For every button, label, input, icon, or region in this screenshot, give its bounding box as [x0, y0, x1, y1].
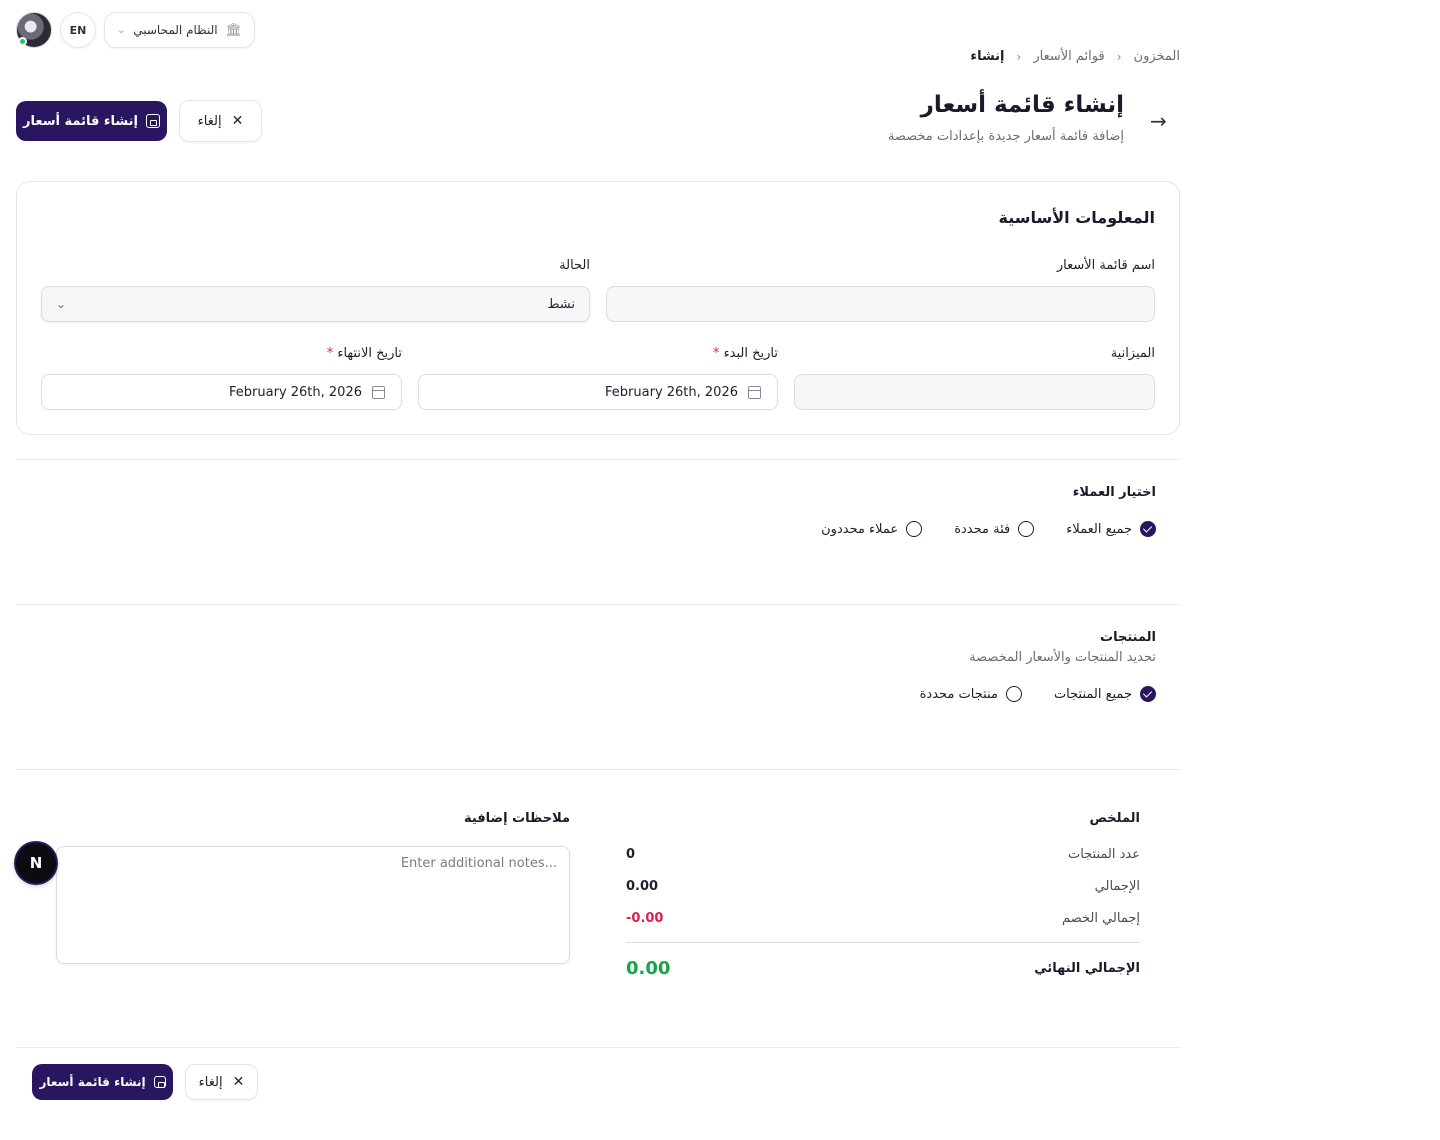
- close-icon: ✕: [231, 113, 244, 129]
- section-divider: [16, 604, 1180, 605]
- section-divider: [16, 769, 1180, 770]
- products-title: المنتجات: [1100, 630, 1156, 645]
- status-label: الحالة: [559, 258, 590, 273]
- save-icon: [145, 114, 160, 128]
- option-specific-customers[interactable]: عملاء محددون: [821, 521, 923, 537]
- status-select[interactable]: نشط ⌄: [41, 286, 590, 322]
- checkbox-specific-customers[interactable]: [906, 521, 923, 537]
- product-options: جميع المنتجات منتجات محددة: [920, 686, 1156, 702]
- option-all-customers-label: جميع العملاء: [1066, 521, 1132, 537]
- bank-icon: 🏛: [225, 22, 242, 38]
- create-button-label: إنشاء قائمة أسعار: [23, 113, 138, 129]
- start-date-label: تاريخ البدء *: [713, 346, 778, 361]
- summary-row-total: الإجمالي 0.00: [626, 879, 1140, 894]
- calendar-icon: [748, 385, 761, 399]
- notes-title: ملاحظات إضافية: [463, 811, 570, 826]
- final-total-value: 0.00: [626, 958, 671, 979]
- option-specific-category[interactable]: فئة محددة: [954, 521, 1035, 537]
- summary-row-final: الإجمالي النهائي 0.00: [626, 958, 1140, 979]
- next-devtools-badge[interactable]: N: [16, 843, 56, 883]
- option-all-products[interactable]: جميع المنتجات: [1054, 686, 1156, 702]
- end-date-label-text: تاريخ الانتهاء: [337, 346, 402, 361]
- footer-create-price-list-button[interactable]: إنشاء قائمة أسعار: [32, 1064, 173, 1100]
- footer-create-button-label: إنشاء قائمة أسعار: [39, 1075, 146, 1089]
- breadcrumb-item-create: إنشاء: [970, 49, 1005, 64]
- system-switcher-dropdown[interactable]: 🏛 النظام المحاسبي ⌄: [104, 12, 255, 48]
- checkbox-specific-category[interactable]: [1018, 521, 1035, 537]
- save-icon: [153, 1076, 166, 1088]
- customer-selection-title: اختيار العملاء: [1072, 485, 1156, 500]
- summary-title: الملخص: [1089, 811, 1140, 826]
- summary-row-discount: إجمالي الخصم -0.00: [626, 911, 1140, 926]
- section-divider: [16, 459, 1180, 460]
- budget-label: الميزانية: [1110, 346, 1155, 361]
- budget-input[interactable]: [794, 374, 1155, 410]
- chevron-left-icon: ‹: [1116, 49, 1122, 64]
- breadcrumb-item-price-lists[interactable]: قوائم الأسعار: [1033, 49, 1104, 64]
- breadcrumb: المخزون ‹ قوائم الأسعار ‹ إنشاء: [970, 49, 1180, 64]
- discount-label: إجمالي الخصم: [1062, 911, 1140, 926]
- section-divider: [16, 1047, 1180, 1048]
- price-list-name-input[interactable]: [606, 286, 1155, 322]
- total-value: 0.00: [626, 879, 659, 894]
- create-price-list-button[interactable]: إنشاء قائمة أسعار: [16, 101, 167, 141]
- option-all-customers[interactable]: جميع العملاء: [1066, 521, 1156, 537]
- customer-options: جميع العملاء فئة محددة عملاء محددون: [821, 521, 1156, 537]
- page-subtitle: إضافة قائمة أسعار جديدة بإعدادات مخصصة: [887, 129, 1124, 144]
- option-specific-products-label: منتجات محددة: [919, 686, 998, 702]
- page-title: إنشاء قائمة أسعار: [920, 92, 1124, 118]
- end-date-label: تاريخ الانتهاء *: [327, 346, 402, 361]
- summary-divider: [626, 942, 1140, 943]
- option-all-products-label: جميع المنتجات: [1053, 686, 1132, 702]
- basic-info-title: المعلومات الأساسية: [998, 208, 1155, 227]
- chevron-down-icon: ⌄: [56, 297, 67, 311]
- start-date-picker[interactable]: February 26th, 2026: [418, 374, 778, 410]
- end-date-picker[interactable]: February 26th, 2026: [41, 374, 402, 410]
- badge-letter: N: [29, 854, 43, 872]
- checkbox-all-customers[interactable]: [1140, 521, 1156, 537]
- calendar-icon: [372, 385, 385, 399]
- chevron-left-icon: ‹: [1016, 49, 1022, 64]
- required-mark: *: [712, 346, 720, 361]
- checkbox-specific-products[interactable]: [1005, 686, 1022, 702]
- required-mark: *: [326, 346, 334, 361]
- option-specific-customers-label: عملاء محددون: [821, 521, 899, 537]
- start-date-value: February 26th, 2026: [605, 384, 738, 400]
- final-total-label: الإجمالي النهائي: [1034, 961, 1140, 976]
- footer-cancel-button-label: إلغاء: [198, 1074, 223, 1090]
- end-date-value: February 26th, 2026: [229, 384, 362, 400]
- total-label: الإجمالي: [1094, 879, 1140, 894]
- summary-row-products-count: عدد المنتجات 0: [626, 847, 1140, 862]
- products-subtitle: تحديد المنتجات والأسعار المخصصة: [969, 650, 1156, 665]
- status-select-value: نشط: [547, 296, 575, 312]
- price-list-name-label: اسم قائمة الأسعار: [1056, 258, 1155, 273]
- footer-cancel-button[interactable]: ✕ إلغاء: [185, 1064, 258, 1100]
- breadcrumb-item-inventory[interactable]: المخزون: [1134, 49, 1180, 64]
- products-count-label: عدد المنتجات: [1067, 847, 1140, 862]
- start-date-label-text: تاريخ البدء: [723, 346, 778, 361]
- back-arrow-icon[interactable]: →: [1150, 109, 1167, 133]
- option-specific-category-label: فئة محددة: [954, 521, 1011, 537]
- additional-notes-textarea[interactable]: [56, 846, 570, 964]
- products-count-value: 0: [626, 847, 636, 862]
- chevron-down-icon: ⌄: [117, 24, 126, 36]
- close-icon: ✕: [232, 1074, 245, 1090]
- language-toggle-button[interactable]: EN: [60, 12, 96, 48]
- checkbox-all-products[interactable]: [1140, 686, 1156, 702]
- discount-value: -0.00: [626, 911, 664, 926]
- cancel-button[interactable]: ✕ إلغاء: [179, 100, 262, 142]
- language-label: EN: [69, 23, 87, 37]
- system-switcher-label: النظام المحاسبي: [133, 23, 218, 37]
- cancel-button-label: إلغاء: [197, 113, 222, 129]
- option-specific-products[interactable]: منتجات محددة: [920, 686, 1022, 702]
- online-status-dot: [18, 37, 27, 46]
